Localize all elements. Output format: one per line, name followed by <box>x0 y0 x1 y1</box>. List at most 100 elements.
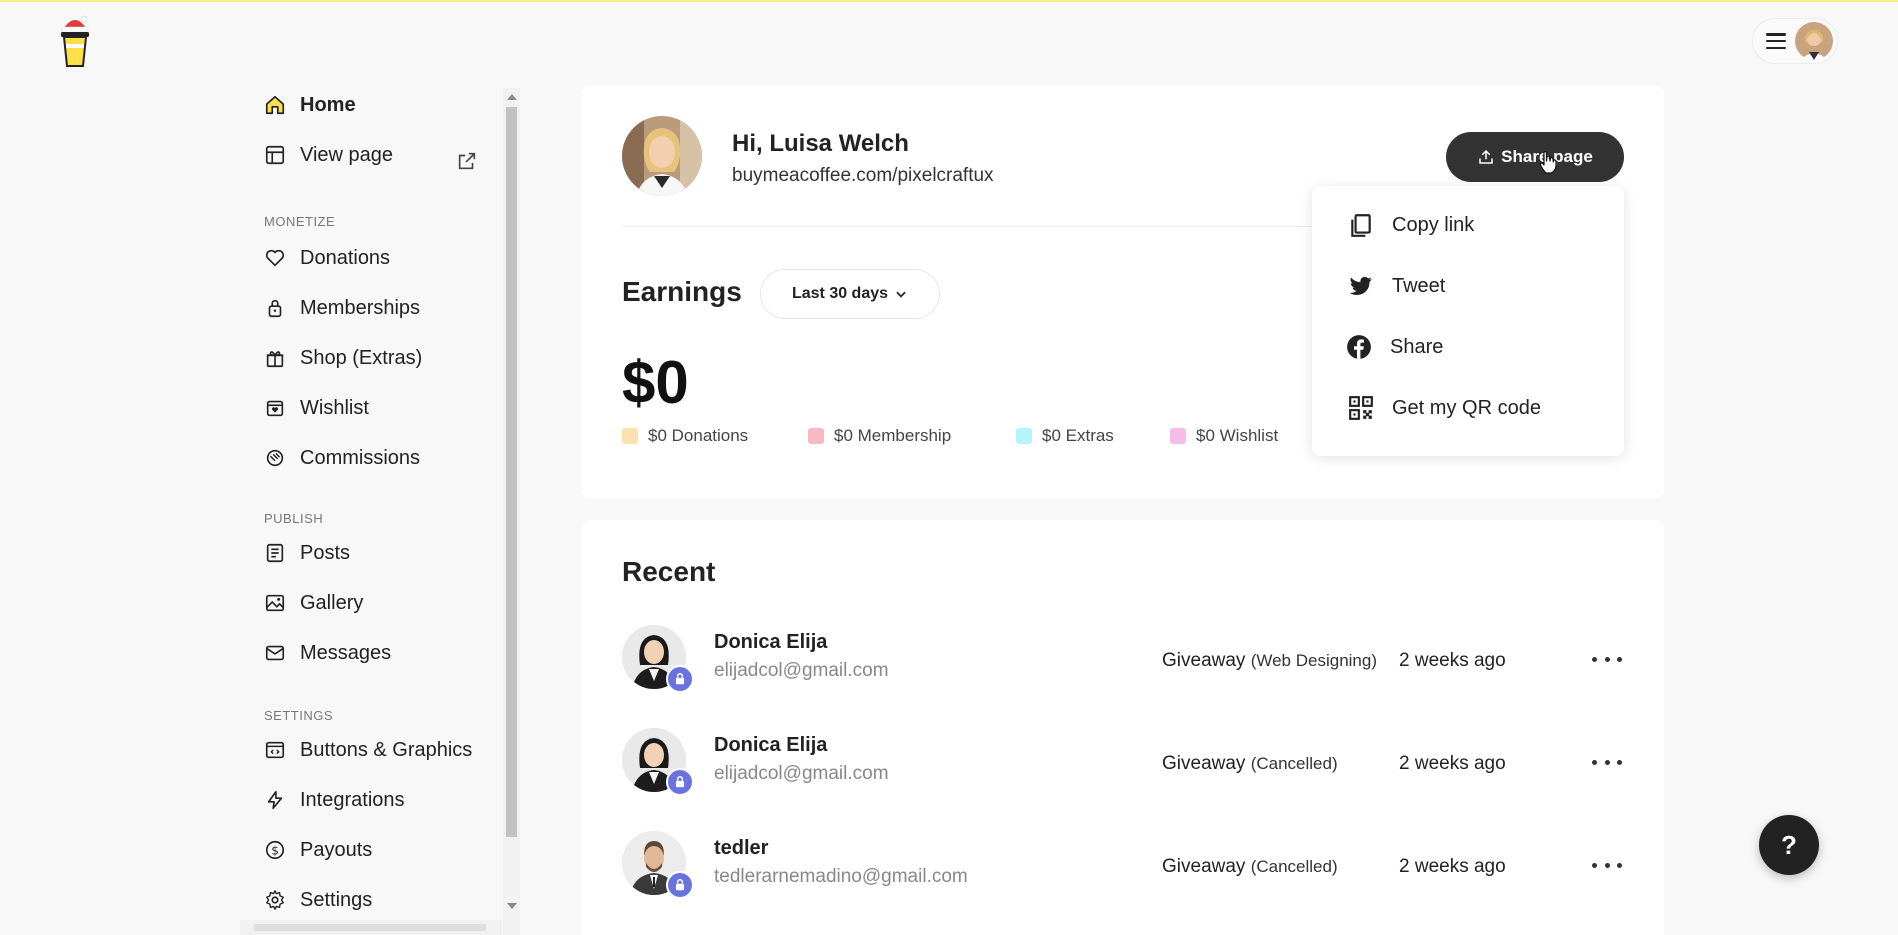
legend-donations: $0 Donations <box>622 426 748 446</box>
lock-badge-icon <box>666 768 694 796</box>
sidebar-item-donations[interactable]: Donations <box>264 243 390 273</box>
menu-item-copy-link[interactable]: Copy link <box>1348 212 1474 238</box>
sidebar-item-label: Settings <box>300 888 373 911</box>
recent-card: Recent Donica Elija elijadcol@gmail.com … <box>582 520 1664 935</box>
divider <box>622 226 1322 227</box>
earnings-total: $0 <box>622 349 689 416</box>
section-label-monetize: MONETIZE <box>264 214 336 229</box>
menu-item-label: Get my QR code <box>1392 396 1541 419</box>
sidebar-item-label: Payouts <box>300 838 373 861</box>
transaction-time: 2 weeks ago <box>1399 753 1506 774</box>
copy-icon <box>1351 214 1371 237</box>
greeting-heading: Hi, Luisa Welch <box>732 130 909 157</box>
heart-icon <box>265 249 285 267</box>
account-menu-button[interactable] <box>1752 18 1838 64</box>
sidebar-item-label: Gallery <box>300 591 364 614</box>
recent-row[interactable]: Donica Elija elijadcol@gmail.com Giveawa… <box>582 625 1664 725</box>
sidebar-item-view-page[interactable]: View page <box>264 140 393 170</box>
svg-text:$: $ <box>271 844 279 858</box>
coffee-cup-santa-hat-icon[interactable] <box>58 14 92 68</box>
legend-label: $0 Wishlist <box>1196 426 1279 445</box>
qr-code-icon <box>1349 396 1373 420</box>
share-page-button[interactable]: Share page <box>1446 132 1624 182</box>
earnings-heading: Earnings <box>622 276 742 307</box>
lock-icon <box>268 299 282 318</box>
supporter-name: Donica Elija <box>714 734 828 756</box>
sidebar-item-memberships[interactable]: Memberships <box>264 293 420 323</box>
date-range-select[interactable]: Last 30 days <box>760 269 940 319</box>
code-window-icon <box>265 741 285 759</box>
sidebar-item-label: Integrations <box>300 788 405 811</box>
help-button[interactable]: ? <box>1759 815 1819 875</box>
sidebar-item-buttons-graphics[interactable]: Buttons & Graphics <box>264 735 472 765</box>
supporter-email: elijadcol@gmail.com <box>714 763 889 784</box>
legend-swatch <box>808 428 824 444</box>
section-label-publish: PUBLISH <box>264 511 324 526</box>
sidebar-item-commissions[interactable]: Commissions <box>264 443 420 473</box>
sidebar-item-messages[interactable]: Messages <box>264 638 391 668</box>
recent-row[interactable]: tedler tedlerarnemadino@gmail.com Giveaw… <box>582 831 1664 931</box>
legend-swatch <box>1170 428 1186 444</box>
sidebar-item-wishlist[interactable]: Wishlist <box>264 393 369 423</box>
scroll-down-arrow-icon[interactable] <box>507 903 517 909</box>
page-url-link[interactable]: buymeacoffee.com/pixelcraftux <box>732 165 994 187</box>
scrollbar-thumb[interactable] <box>506 107 517 837</box>
menu-item-label: Tweet <box>1392 274 1446 297</box>
profile-avatar[interactable] <box>622 116 702 196</box>
document-icon <box>266 543 284 563</box>
menu-item-qr-code[interactable]: Get my QR code <box>1348 395 1541 421</box>
sidebar-item-label: Memberships <box>300 296 421 319</box>
more-options-icon[interactable] <box>1592 647 1622 671</box>
supporter-email: elijadcol@gmail.com <box>714 660 889 681</box>
legend-extras: $0 Extras <box>1016 426 1114 446</box>
lock-badge-icon <box>666 871 694 899</box>
sidebar-item-label: Home <box>300 93 356 116</box>
gift-icon <box>266 351 284 368</box>
horizontal-scrollbar-thumb[interactable] <box>254 924 486 931</box>
sidebar-item-label: View page <box>300 143 394 166</box>
legend-membership: $0 Membership <box>808 426 951 446</box>
upload-icon <box>1479 149 1493 164</box>
share-menu-dropdown: Copy link Tweet Share Get my QR code <box>1312 186 1624 456</box>
supporter-name: tedler <box>714 837 769 859</box>
legend-wishlist: $0 Wishlist <box>1170 426 1278 446</box>
date-range-value: Last 30 days <box>791 285 889 302</box>
sidebar-item-label: Wishlist <box>300 396 369 419</box>
image-icon <box>265 594 285 612</box>
facebook-icon <box>1347 335 1371 359</box>
sidebar-nav: Home View page MONETIZE Donations Member… <box>248 88 498 935</box>
menu-item-tweet[interactable]: Tweet <box>1348 273 1445 299</box>
sidebar-item-settings[interactable]: Settings <box>264 885 372 915</box>
menu-item-share[interactable]: Share <box>1346 334 1443 360</box>
external-link-icon[interactable] <box>456 150 478 172</box>
legend-swatch <box>622 428 638 444</box>
sidebar-item-shop[interactable]: Shop (Extras) <box>264 343 422 373</box>
section-label-settings: SETTINGS <box>264 708 334 723</box>
sidebar-item-label: Donations <box>300 246 391 269</box>
sidebar-item-posts[interactable]: Posts <box>264 538 350 568</box>
sidebar-horizontal-scrollbar[interactable] <box>240 920 502 935</box>
wishlist-icon <box>266 400 284 417</box>
layout-icon <box>265 145 285 165</box>
recent-row[interactable]: Donica Elija elijadcol@gmail.com Giveawa… <box>582 728 1664 828</box>
sidebar-item-home[interactable]: Home <box>264 90 356 120</box>
sidebar-item-gallery[interactable]: Gallery <box>264 588 363 618</box>
hamburger-icon <box>1766 33 1786 49</box>
sidebar-item-label: Shop (Extras) <box>300 346 423 369</box>
dollar-circle-icon: $ <box>265 840 285 860</box>
more-options-icon[interactable] <box>1592 750 1622 774</box>
transaction-time: 2 weeks ago <box>1399 650 1506 671</box>
sidebar-item-integrations[interactable]: Integrations <box>264 785 405 815</box>
scroll-up-arrow-icon[interactable] <box>507 94 517 100</box>
sidebar-scrollbar[interactable] <box>503 88 520 935</box>
mail-icon <box>265 645 285 661</box>
sidebar-item-payouts[interactable]: $ Payouts <box>264 835 372 865</box>
transaction-type: Giveaway (Cancelled) <box>1162 753 1338 774</box>
supporter-name: Donica Elija <box>714 631 828 653</box>
legend-swatch <box>1016 428 1032 444</box>
handshake-icon <box>266 449 284 467</box>
more-options-icon[interactable] <box>1592 853 1622 877</box>
transaction-type: Giveaway (Web Designing) <box>1162 650 1377 671</box>
hand-cursor-icon <box>1539 151 1557 174</box>
supporter-email: tedlerarnemadino@gmail.com <box>714 866 968 887</box>
